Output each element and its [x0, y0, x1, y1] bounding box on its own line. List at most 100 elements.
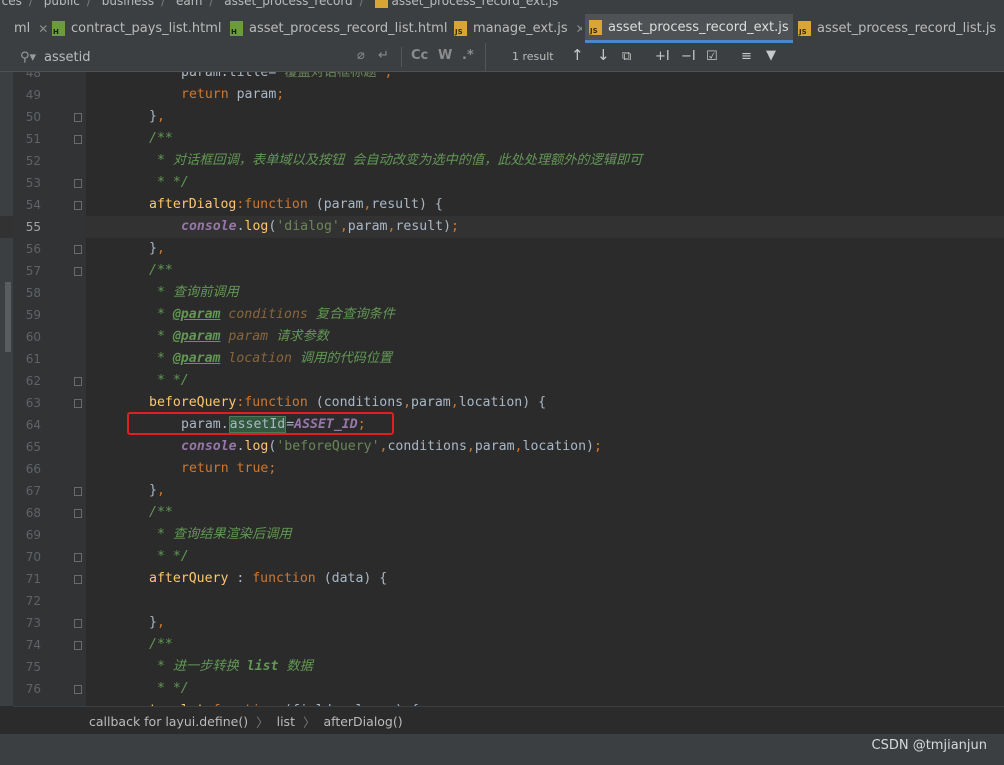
breadcrumb-item[interactable]: business — [102, 0, 154, 8]
line-number: 58 — [25, 286, 41, 300]
breadcrumb-item[interactable]: asset_process_record_ext.js — [392, 0, 559, 8]
fold-marker-icon[interactable] — [74, 201, 82, 210]
fold-marker-icon[interactable] — [74, 619, 82, 628]
breadcrumb-item[interactable]: asset_process_record — [224, 0, 352, 8]
search-input[interactable] — [42, 48, 347, 66]
code-text[interactable]: * */ — [85, 678, 189, 700]
tab-asset-process-record-ext[interactable]: JS asset_process_record_ext.js ✕ — [585, 14, 793, 43]
code-text[interactable]: * 查询前调用 — [85, 282, 239, 304]
code-text[interactable]: * @param param 请求参数 — [85, 326, 329, 348]
fold-marker-icon[interactable] — [74, 575, 82, 584]
code-text[interactable]: * @param conditions 复合查询条件 — [85, 304, 395, 326]
tab-manage-ext[interactable]: JS manage_ext.js ✕ — [454, 14, 582, 43]
code-line: 49 return param; — [0, 84, 1004, 106]
add-occurrence-icon[interactable]: +I — [655, 49, 670, 64]
fold-marker-icon[interactable] — [74, 685, 82, 694]
code-line: 57 /** — [0, 260, 1004, 282]
code-line: 60 * @param param 请求参数 — [0, 326, 1004, 348]
whole-words-button[interactable]: W — [438, 48, 452, 63]
regex-button[interactable]: .* — [462, 48, 474, 63]
fold-marker-icon[interactable] — [74, 377, 82, 386]
code-text[interactable]: * 进一步转换 list 数据 — [85, 656, 313, 678]
fold-marker-icon[interactable] — [74, 267, 82, 276]
open-in-window-icon[interactable]: ⧉ — [622, 49, 631, 64]
new-line-icon[interactable]: ↵ — [378, 48, 389, 63]
code-text[interactable]: /** — [85, 260, 173, 282]
breadcrumb-item[interactable]: rces — [0, 0, 22, 8]
code-text[interactable]: return true; — [85, 458, 276, 480]
js-file-icon: JS — [589, 19, 602, 35]
fold-marker-icon[interactable] — [74, 399, 82, 408]
tab-contract-pays-list[interactable]: H contract_pays_list.html ✕ — [52, 14, 227, 43]
code-text[interactable]: /** — [85, 128, 173, 150]
line-number: 54 — [25, 198, 41, 212]
fold-marker-icon[interactable] — [74, 487, 82, 496]
chevron-right-icon: 〉 — [256, 714, 269, 730]
structure-crumb[interactable]: callback for layui.define() — [89, 714, 248, 729]
code-line: 54 afterDialog:function (param,result) { — [0, 194, 1004, 216]
tab-asset-process-record-list-html[interactable]: H asset_process_record_list.html ✕ — [230, 14, 452, 43]
code-text[interactable]: console.log('dialog',param,result); — [85, 216, 459, 238]
fold-marker-icon[interactable] — [74, 509, 82, 518]
next-occurrence-icon[interactable]: ↓ — [597, 46, 610, 64]
code-text[interactable]: beforeQuery:function (conditions,param,l… — [85, 392, 546, 414]
code-editor[interactable]: 48 param.title="覆盖对话框标题"; 49 return para… — [0, 72, 1004, 706]
line-number: 53 — [25, 176, 41, 190]
code-line: 76 * */ — [0, 678, 1004, 700]
close-icon[interactable]: ✕ — [576, 22, 582, 36]
code-text[interactable]: return param; — [85, 84, 284, 106]
tab-label: contract_pays_list.html — [71, 21, 222, 36]
code-text[interactable]: }, — [85, 480, 165, 502]
code-text[interactable]: console.log('beforeQuery',conditions,par… — [85, 436, 602, 458]
code-text[interactable]: * */ — [85, 546, 189, 568]
code-line: 65 console.log('beforeQuery',conditions,… — [0, 436, 1004, 458]
clear-search-icon[interactable]: ⌀ — [357, 48, 365, 63]
code-line: 50 }, — [0, 106, 1004, 128]
code-text[interactable]: /** — [85, 634, 173, 656]
filter-icon[interactable]: ▼ — [766, 48, 776, 63]
fold-marker-icon[interactable] — [74, 245, 82, 254]
line-number: 69 — [25, 528, 41, 542]
code-text[interactable]: * */ — [85, 172, 189, 194]
fold-marker-icon[interactable] — [74, 113, 82, 122]
tab-asset-process-record-list-js[interactable]: JS asset_process_record_list.js ✕ — [798, 14, 1004, 43]
tab-label: asset_process_record_list.html — [249, 21, 448, 36]
code-text[interactable]: }, — [85, 106, 165, 128]
fold-marker-icon[interactable] — [74, 553, 82, 562]
search-icon[interactable]: ⚲▾ — [20, 50, 36, 65]
remove-occurrence-icon[interactable]: −I — [681, 49, 696, 64]
bottom-bar: CSDN @tmjianjun — [0, 734, 1004, 765]
close-icon[interactable]: ✕ — [38, 22, 48, 36]
line-number: 65 — [25, 440, 41, 454]
tab-label: asset_process_record_list.js — [817, 21, 997, 36]
code-text[interactable]: * 查询结果渲染后调用 — [85, 524, 292, 546]
filter-options-icon[interactable]: ≡ — [741, 49, 752, 64]
code-line: 74 /** — [0, 634, 1004, 656]
code-line: 59 * @param conditions 复合查询条件 — [0, 304, 1004, 326]
fold-marker-icon[interactable] — [74, 135, 82, 144]
editor-tab-bar: ml ✕ H contract_pays_list.html ✕ H asset… — [0, 14, 1004, 44]
match-case-button[interactable]: Cc — [411, 48, 428, 63]
result-count: 1 result — [512, 50, 554, 63]
code-text[interactable]: afterDialog:function (param,result) { — [85, 194, 443, 216]
previous-occurrence-icon[interactable]: ↑ — [571, 46, 584, 64]
code-text[interactable]: * @param location 调用的代码位置 — [85, 348, 392, 370]
code-text[interactable]: * */ — [85, 370, 189, 392]
code-text[interactable]: }, — [85, 238, 165, 260]
line-number: 73 — [25, 616, 41, 630]
tab-ml[interactable]: ml ✕ — [0, 14, 50, 43]
code-text[interactable]: afterQuery : function (data) { — [85, 568, 387, 590]
fold-marker-icon[interactable] — [74, 641, 82, 650]
code-text[interactable]: /** — [85, 502, 173, 524]
breadcrumb-item[interactable]: eam — [176, 0, 202, 8]
select-all-occurrences-icon[interactable]: ☑ — [706, 49, 718, 64]
search-field: ⚲▾ — [14, 43, 404, 71]
code-text[interactable]: param.title="覆盖对话框标题"; — [85, 72, 392, 84]
structure-crumb[interactable]: list — [277, 714, 295, 729]
fold-marker-icon[interactable] — [74, 179, 82, 188]
code-text[interactable]: * 对话框回调，表单域以及按钮 会自动改变为选中的值，此处处理额外的逻辑即可 — [85, 150, 642, 172]
breadcrumb-item[interactable]: public — [44, 0, 80, 8]
code-text[interactable]: }, — [85, 612, 165, 634]
line-number: 66 — [25, 462, 41, 476]
structure-crumb[interactable]: afterDialog() — [323, 714, 402, 729]
